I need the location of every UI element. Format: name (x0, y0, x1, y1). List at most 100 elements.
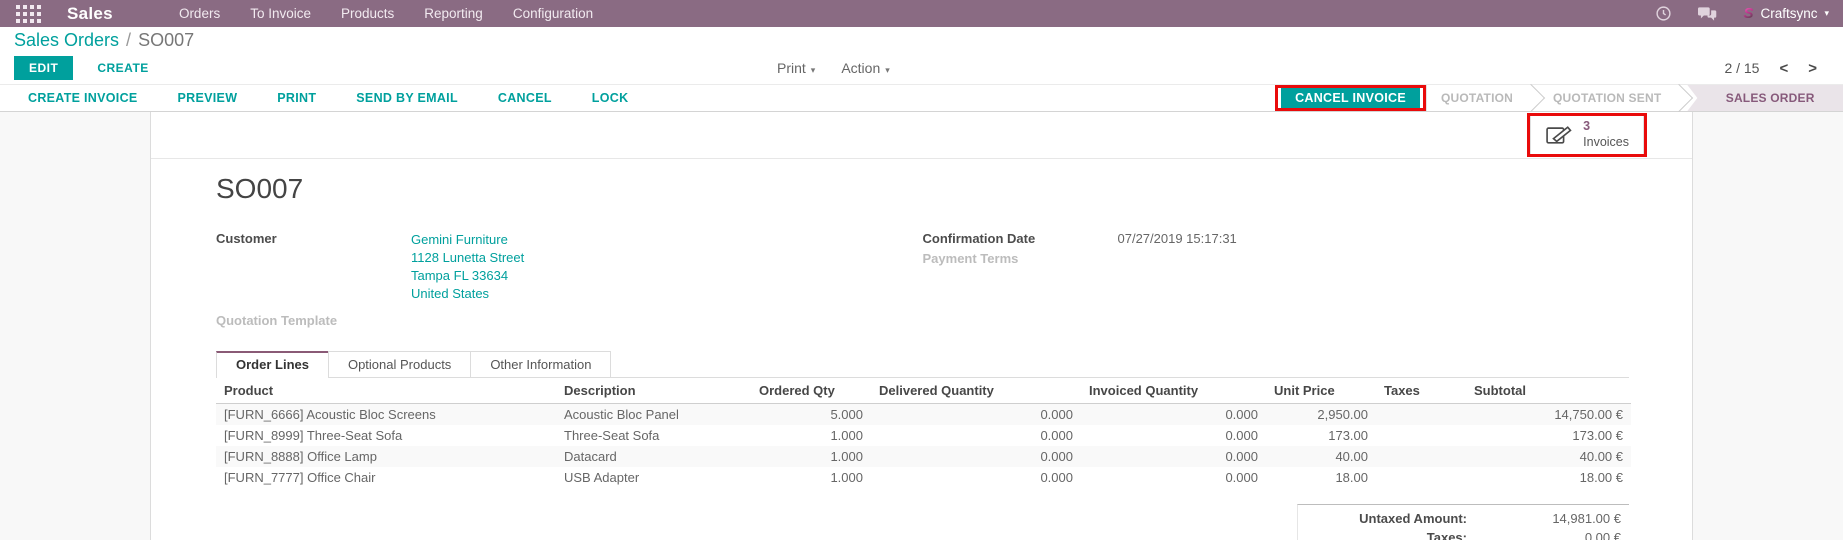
control-panel-buttons: EDIT CREATE Print▾ Action▾ 2 / 15 < > (14, 55, 1829, 81)
invoices-smart-button[interactable]: 3 Invoices (1530, 116, 1644, 154)
cell-product: [FURN_7777] Office Chair (216, 467, 556, 488)
cell-description: USB Adapter (556, 467, 751, 488)
user-name: Craftsync (1760, 6, 1817, 21)
caret-down-icon: ▾ (811, 65, 816, 75)
totals-box: Untaxed Amount: 14,981.00 € Taxes: 0.00 … (1297, 504, 1629, 540)
customer-link[interactable]: Gemini Furniture1128 Lunetta StreetTampa… (411, 231, 524, 303)
action-menus: Print▾ Action▾ (777, 60, 890, 76)
cell-taxes (1376, 404, 1466, 426)
print-button[interactable]: PRINT (277, 91, 316, 105)
cancel-button[interactable]: CANCEL (498, 91, 552, 105)
tab-optional-products[interactable]: Optional Products (328, 351, 471, 377)
edit-button[interactable]: EDIT (14, 56, 73, 80)
column-header-taxes[interactable]: Taxes (1376, 378, 1466, 404)
field-group: Customer Gemini Furniture1128 Lunetta St… (216, 231, 1629, 333)
edit-note-icon (1545, 124, 1573, 146)
state-sales-order[interactable]: SALES ORDER (1687, 85, 1843, 111)
cell-invoiced-quantity: 0.000 (1081, 446, 1266, 467)
sheet-button-box: 3 Invoices (151, 112, 1692, 159)
order-lines-table: ProductDescriptionOrdered QtyDelivered Q… (216, 378, 1631, 488)
cell-ordered-qty: 1.000 (751, 467, 871, 488)
column-header-ordered-qty[interactable]: Ordered Qty (751, 378, 871, 404)
pager-counter: 2 / 15 (1724, 60, 1759, 76)
tab-order-lines[interactable]: Order Lines (216, 351, 329, 377)
form-statusbar: CREATE INVOICE PREVIEW PRINT SEND BY EMAIL C… (0, 84, 1843, 112)
nav-menu-to-invoice[interactable]: To Invoice (250, 6, 311, 21)
cancel-invoice-button[interactable]: CANCEL INVOICE (1281, 88, 1420, 108)
breadcrumb: Sales Orders/SO007 (14, 30, 1829, 51)
field-column-right: Confirmation Date 07/27/2019 15:17:31 Pa… (923, 231, 1630, 333)
breadcrumb-sales-orders[interactable]: Sales Orders (14, 30, 119, 50)
clock-icon[interactable] (1655, 5, 1672, 22)
cell-ordered-qty: 5.000 (751, 404, 871, 426)
confirmation-date-label: Confirmation Date (923, 231, 1118, 246)
table-row[interactable]: [FURN_8999] Three-Seat SofaThree-Seat So… (216, 425, 1631, 446)
table-row[interactable]: [FURN_8888] Office LampDatacard1.0000.00… (216, 446, 1631, 467)
preview-button[interactable]: PREVIEW (178, 91, 238, 105)
customer-label: Customer (216, 231, 411, 303)
cell-product: [FURN_8999] Three-Seat Sofa (216, 425, 556, 446)
customer-line: 1128 Lunetta Street (411, 249, 524, 267)
cell-subtotal: 14,750.00 € (1466, 404, 1631, 426)
column-header-delivered-quantity[interactable]: Delivered Quantity (871, 378, 1081, 404)
smart-button-text: 3 Invoices (1583, 119, 1629, 150)
tab-other-information[interactable]: Other Information (470, 351, 611, 377)
print-dropdown[interactable]: Print▾ (777, 60, 815, 76)
cell-taxes (1376, 425, 1466, 446)
state-quotation-sent[interactable]: QUOTATION SENT (1539, 85, 1675, 111)
state-quotation[interactable]: QUOTATION (1427, 85, 1527, 111)
cell-invoiced-quantity: 0.000 (1081, 467, 1266, 488)
customer-line: Gemini Furniture (411, 231, 524, 249)
cell-unit-price: 40.00 (1266, 446, 1376, 467)
nav-menu-configuration[interactable]: Configuration (513, 6, 593, 21)
pager-previous-icon[interactable]: < (1779, 60, 1788, 77)
table-row[interactable]: [FURN_6666] Acoustic Bloc ScreensAcousti… (216, 404, 1631, 426)
create-button[interactable]: CREATE (97, 61, 148, 75)
cell-product: [FURN_8888] Office Lamp (216, 446, 556, 467)
user-menu[interactable]: S Craftsync ▾ (1743, 5, 1829, 22)
control-panel: Sales Orders/SO007 EDIT CREATE Print▾ Ac… (0, 27, 1843, 84)
pager: 2 / 15 < > (1724, 60, 1829, 77)
action-dropdown[interactable]: Action▾ (841, 60, 889, 76)
form-sheet: 3 Invoices SO007 Customer Gemini Furnitu… (150, 112, 1693, 540)
column-header-invoiced-quantity[interactable]: Invoiced Quantity (1081, 378, 1266, 404)
nav-menu-orders[interactable]: Orders (179, 6, 220, 21)
column-header-subtotal[interactable]: Subtotal (1466, 378, 1631, 404)
cell-delivered-quantity: 0.000 (871, 446, 1081, 467)
confirmation-date-value: 07/27/2019 15:17:31 (1118, 231, 1237, 246)
send-by-email-button[interactable]: SEND BY EMAIL (356, 91, 458, 105)
cell-invoiced-quantity: 0.000 (1081, 404, 1266, 426)
cell-description: Acoustic Bloc Panel (556, 404, 751, 426)
annotation-box-invoices: 3 Invoices (1527, 113, 1647, 157)
cell-product: [FURN_6666] Acoustic Bloc Screens (216, 404, 556, 426)
nav-menu-products[interactable]: Products (341, 6, 394, 21)
caret-down-icon: ▾ (1824, 9, 1829, 18)
cell-subtotal: 18.00 € (1466, 467, 1631, 488)
pager-next-icon[interactable]: > (1808, 60, 1817, 77)
column-header-description[interactable]: Description (556, 378, 751, 404)
column-header-unit-price[interactable]: Unit Price (1266, 378, 1376, 404)
cell-delivered-quantity: 0.000 (871, 467, 1081, 488)
cell-subtotal: 173.00 € (1466, 425, 1631, 446)
app-title: Sales (67, 4, 113, 24)
invoice-count: 3 (1583, 119, 1629, 135)
table-row[interactable]: [FURN_7777] Office ChairUSB Adapter1.000… (216, 467, 1631, 488)
apps-grid-icon[interactable] (16, 5, 41, 23)
untaxed-amount-value: 14,981.00 € (1481, 511, 1621, 526)
cell-unit-price: 173.00 (1266, 425, 1376, 446)
cell-taxes (1376, 446, 1466, 467)
statusbar-buttons: CREATE INVOICE PREVIEW PRINT SEND BY EMAIL C… (0, 85, 1275, 111)
chevron-separator-icon (1675, 85, 1687, 111)
table-header-row: ProductDescriptionOrdered QtyDelivered Q… (216, 378, 1631, 404)
nav-menu-reporting[interactable]: Reporting (424, 6, 483, 21)
cell-unit-price: 18.00 (1266, 467, 1376, 488)
sheet-body: SO007 Customer Gemini Furniture1128 Lune… (151, 159, 1692, 540)
chat-icon[interactable] (1698, 6, 1717, 22)
notebook-tabs: Order LinesOptional ProductsOther Inform… (216, 351, 1629, 378)
app-window: Sales Orders To Invoice Products Reporting C… (0, 0, 1843, 540)
column-header-product[interactable]: Product (216, 378, 556, 404)
lock-button[interactable]: LOCK (592, 91, 629, 105)
create-invoice-button[interactable]: CREATE INVOICE (28, 91, 138, 105)
main-menu: Orders To Invoice Products Reporting Configu… (179, 6, 593, 21)
breadcrumb-separator: / (126, 30, 131, 50)
